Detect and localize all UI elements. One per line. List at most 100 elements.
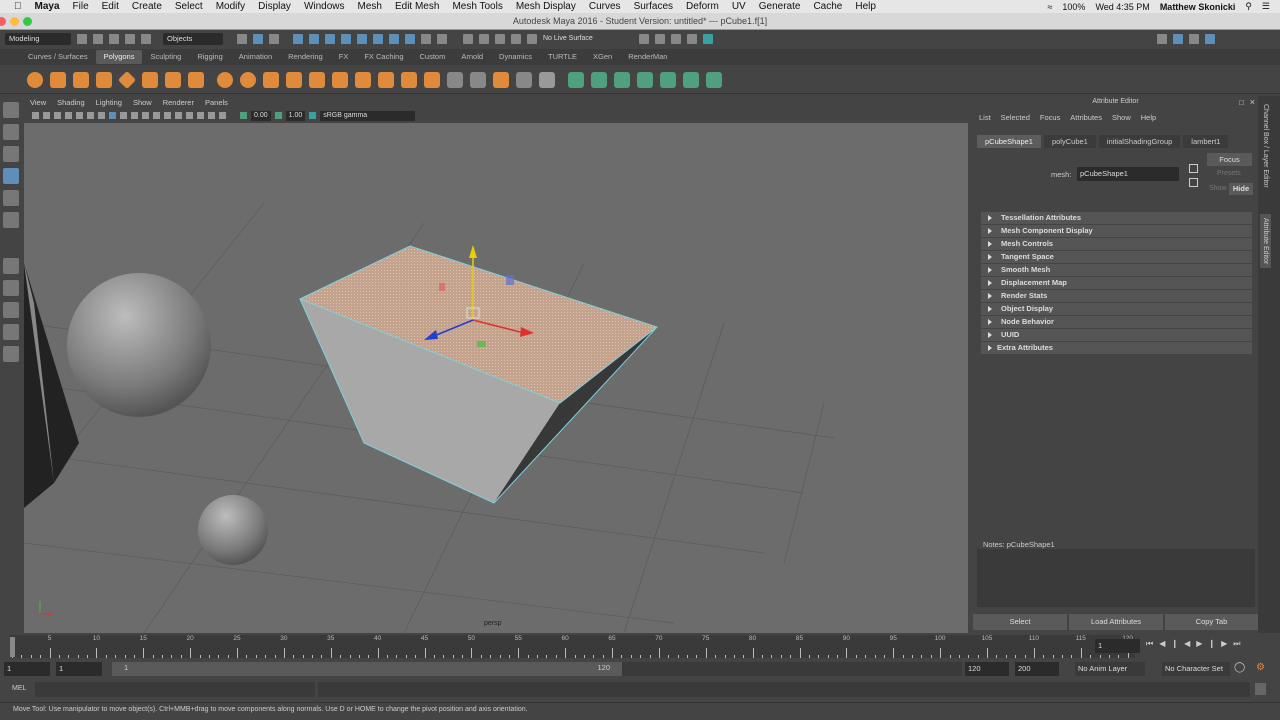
paint-select-tool-icon[interactable] [3, 146, 19, 162]
shelf-tab-rendering[interactable]: Rendering [280, 50, 331, 64]
soft-select-icon[interactable] [527, 33, 537, 44]
reverse-icon[interactable] [516, 71, 532, 88]
film-gate-icon[interactable] [87, 112, 94, 119]
snap-point-icon[interactable] [325, 33, 335, 44]
new-scene-icon[interactable] [77, 33, 87, 44]
poly-cone-icon[interactable] [96, 71, 112, 88]
construction-icon[interactable] [479, 33, 489, 44]
shelf-tab-turtle[interactable]: TURTLE [540, 50, 585, 64]
focus-button[interactable]: Focus [1207, 153, 1252, 166]
select-tool-icon[interactable] [3, 102, 19, 118]
step-forward-icon[interactable]: ▶ [1221, 639, 1227, 649]
panel-menu-show[interactable]: Show [133, 98, 152, 107]
snap-grid-icon[interactable] [293, 33, 303, 44]
zoom-window-button[interactable] [23, 17, 32, 26]
symmetry-icon[interactable] [495, 33, 505, 44]
menu-uv[interactable]: UV [732, 1, 746, 12]
render-settings-icon[interactable] [686, 33, 697, 44]
user-name[interactable]: Matthew Skonicki [1160, 2, 1236, 12]
step-back-key-icon[interactable]: ❙ [1171, 639, 1178, 649]
clock[interactable]: Wed 4:35 PM [1095, 2, 1149, 12]
shelf-tab-xgen[interactable]: XGen [585, 50, 620, 64]
color-management-icon[interactable] [309, 112, 317, 119]
tab-lambert1[interactable]: lambert1 [1183, 135, 1229, 148]
section-node-behavior[interactable]: Node Behavior [981, 316, 1252, 328]
section-mesh-component-display[interactable]: Mesh Component Display [981, 225, 1252, 237]
exposure-icon[interactable] [240, 112, 247, 119]
save-scene-icon[interactable] [109, 33, 119, 44]
render-frame-icon[interactable] [654, 33, 665, 44]
animation-preferences-icon[interactable]: ⚙ [1256, 662, 1265, 673]
range-bar[interactable]: 1 120 [112, 662, 622, 676]
section-tessellation-attributes[interactable]: Tessellation Attributes [981, 212, 1252, 224]
menu-mesh-tools[interactable]: Mesh Tools [452, 1, 502, 12]
minimize-window-button[interactable] [10, 17, 19, 26]
end-time-field[interactable]: 200 [1015, 662, 1059, 676]
apple-icon[interactable]:  [14, 1, 22, 12]
poly-torus-icon[interactable] [142, 71, 158, 88]
character-set-dropdown[interactable]: No Character Set [1162, 662, 1230, 676]
shadows-icon[interactable] [153, 112, 160, 119]
menu-select[interactable]: Select [175, 1, 203, 12]
lights-icon[interactable] [142, 112, 149, 119]
script-editor-icon[interactable] [1255, 683, 1266, 695]
uv-editor-icon[interactable] [683, 71, 699, 88]
selection-mode-dropdown[interactable]: Objects [163, 32, 223, 45]
ambient-occlusion-icon[interactable] [164, 112, 171, 119]
select-camera-icon[interactable] [32, 112, 39, 119]
snap-timeline-icon[interactable] [389, 33, 399, 44]
mel-input[interactable] [35, 682, 315, 697]
uv-unfold-icon[interactable] [706, 71, 722, 88]
presets-button[interactable]: Presets [1217, 170, 1241, 177]
panel-menu-renderer[interactable]: Renderer [163, 98, 194, 107]
poly-sphere-icon[interactable] [27, 71, 43, 88]
shelf-tab-fx-caching[interactable]: FX Caching [356, 50, 411, 64]
float-panel-icon[interactable]: □ [1239, 98, 1244, 107]
gamma-icon[interactable] [274, 112, 282, 119]
delete-history-icon[interactable] [493, 71, 509, 88]
menu-deform[interactable]: Deform [686, 1, 719, 12]
redo-icon[interactable] [141, 33, 151, 44]
separate-icon[interactable] [240, 71, 256, 88]
grid-icon[interactable] [76, 112, 83, 119]
shelf-tab-curves-surfaces[interactable]: Curves / Surfaces [20, 50, 96, 64]
start-time-field[interactable]: 1 [4, 662, 50, 676]
antialiasing-icon[interactable] [186, 112, 193, 119]
persp-graph-layout-icon[interactable] [3, 324, 19, 340]
menu-curves[interactable]: Curves [589, 1, 621, 12]
history-icon[interactable] [463, 33, 473, 44]
lock-icon[interactable] [421, 33, 431, 44]
isolate-select-icon[interactable] [197, 112, 204, 119]
hide-button[interactable]: Hide [1229, 183, 1253, 195]
shelf-tab-fx[interactable]: FX [331, 50, 357, 64]
shelf-tab-arnold[interactable]: Arnold [453, 50, 491, 64]
attribute-editor-toggle-icon[interactable] [1172, 33, 1183, 44]
input-connection-icon[interactable] [1189, 164, 1198, 173]
image-plane-icon[interactable] [65, 112, 72, 119]
step-forward-key-icon[interactable]: ❙ [1208, 639, 1215, 649]
ae-menu-focus[interactable]: Focus [1040, 113, 1060, 122]
menu-modify[interactable]: Modify [216, 1, 245, 12]
view-transform-dropdown[interactable]: sRGB gamma [320, 110, 416, 121]
poly-plane-icon[interactable] [117, 70, 137, 89]
exposure-field[interactable]: 0.00 [251, 110, 271, 121]
wireframe-icon[interactable] [109, 112, 116, 119]
uv-cut-icon[interactable] [660, 71, 676, 88]
move-tool-icon[interactable] [3, 168, 19, 184]
show-button[interactable]: Show [1209, 185, 1227, 192]
play-forward-icon[interactable]: ▶ [1196, 639, 1202, 649]
render-view-icon[interactable] [638, 33, 649, 44]
scale-tool-icon[interactable] [3, 212, 19, 228]
menu-cache[interactable]: Cache [813, 1, 842, 12]
snap-view-icon[interactable] [341, 33, 351, 44]
bevel-icon[interactable] [309, 71, 325, 88]
notes-field[interactable] [977, 549, 1255, 607]
shelf-tab-polygons[interactable]: Polygons [95, 50, 143, 64]
section-displacement-map[interactable]: Displacement Map [981, 277, 1252, 289]
shelf-tab-sculpting[interactable]: Sculpting [142, 50, 189, 64]
current-frame-marker[interactable] [10, 637, 15, 657]
channel-box-tab[interactable]: Channel Box / Layer Editor [1262, 104, 1269, 188]
section-object-display[interactable]: Object Display [981, 303, 1252, 315]
load-attributes-button[interactable]: Load Attributes [1069, 614, 1163, 630]
menu-surfaces[interactable]: Surfaces [634, 1, 673, 12]
